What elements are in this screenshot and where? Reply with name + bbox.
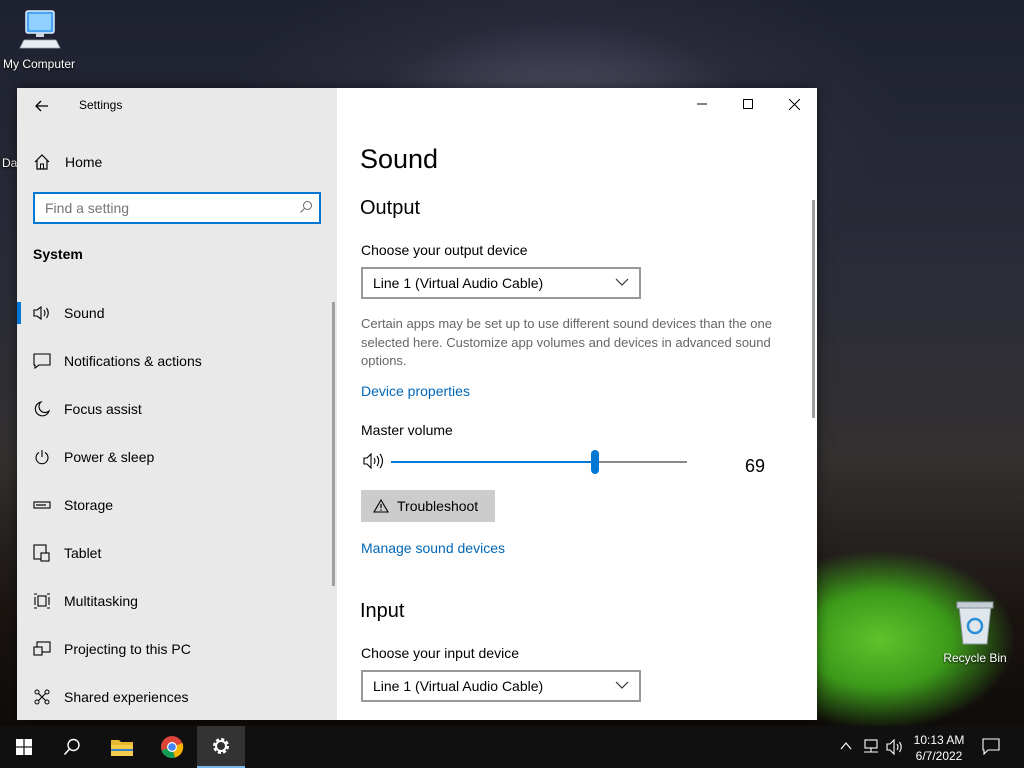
nav-item-projecting[interactable]: Projecting to this PC xyxy=(17,625,333,673)
my-computer-label: My Computer xyxy=(2,57,76,71)
category-label: System xyxy=(33,246,83,262)
clock-date: 6/7/2022 xyxy=(915,749,963,763)
nav-item-storage[interactable]: Storage xyxy=(17,481,333,529)
windows-logo-icon xyxy=(16,739,32,755)
search-icon xyxy=(63,738,80,756)
taskbar-settings[interactable] xyxy=(197,726,245,768)
show-hidden-icons-chevron-icon[interactable] xyxy=(840,738,852,754)
network-icon[interactable] xyxy=(862,738,880,756)
output-device-dropdown[interactable]: Line 1 (Virtual Audio Cable) xyxy=(361,267,641,299)
troubleshoot-button[interactable]: Troubleshoot xyxy=(361,490,495,522)
speaker-icon xyxy=(33,304,51,322)
volume-icon[interactable] xyxy=(886,738,904,756)
nav-item-label: Tablet xyxy=(64,545,102,561)
nav-item-label: Sound xyxy=(64,305,105,321)
input-device-label: Choose your input device xyxy=(361,645,519,661)
projecting-icon xyxy=(33,640,51,658)
nav-item-power-sleep[interactable]: Power & sleep xyxy=(17,433,333,481)
clock-time: 10:13 AM xyxy=(913,733,965,747)
back-arrow-icon xyxy=(35,100,48,112)
nav-item-label: Projecting to this PC xyxy=(64,641,191,657)
settings-sidebar: Settings Home System Sound Notifications… xyxy=(17,88,337,720)
output-device-value: Line 1 (Virtual Audio Cable) xyxy=(373,275,544,291)
storage-icon xyxy=(33,496,51,514)
nav-home[interactable]: Home xyxy=(33,150,102,174)
taskbar-clock[interactable]: 10:13 AM 6/7/2022 xyxy=(908,732,970,764)
nav-item-focus-assist[interactable]: Focus assist xyxy=(17,385,333,433)
chevron-down-icon xyxy=(615,278,629,286)
master-volume-label: Master volume xyxy=(361,422,453,438)
nav-item-label: Multitasking xyxy=(64,593,138,609)
nav-item-tablet[interactable]: Tablet xyxy=(17,529,333,577)
volume-slider-fill xyxy=(391,461,596,463)
nav-item-notifications[interactable]: Notifications & actions xyxy=(17,337,333,385)
output-description: Certain apps may be set up to use differ… xyxy=(361,316,772,368)
maximize-button[interactable] xyxy=(725,88,771,120)
partial-desktop-icon-label: Da xyxy=(2,156,18,170)
my-computer-desktop-icon[interactable]: My Computer xyxy=(0,8,78,71)
tablet-icon xyxy=(33,544,51,562)
recycle-bin-icon xyxy=(956,601,994,645)
folder-icon xyxy=(111,740,133,756)
page-title: Sound xyxy=(360,144,439,174)
search-input[interactable] xyxy=(35,194,285,222)
volume-slider-thumb[interactable] xyxy=(591,450,600,474)
volume-speaker-icon[interactable] xyxy=(363,452,385,475)
warning-icon xyxy=(373,499,389,513)
nav-list: Sound Notifications & actions Focus assi… xyxy=(17,289,333,720)
master-volume-slider[interactable] xyxy=(391,450,687,474)
moon-icon xyxy=(33,400,51,418)
start-button[interactable] xyxy=(0,726,48,768)
taskbar: 10:13 AM 6/7/2022 xyxy=(0,726,1024,768)
recycle-bin-desktop-icon[interactable]: Recycle Bin xyxy=(940,600,1010,665)
manage-sound-devices-link[interactable]: Manage sound devices xyxy=(361,540,505,556)
volume-value: 69 xyxy=(745,456,766,476)
nav-item-multitasking[interactable]: Multitasking xyxy=(17,577,333,625)
nav-item-label: Storage xyxy=(64,497,114,513)
input-heading: Input xyxy=(360,600,405,622)
computer-icon xyxy=(19,10,61,49)
message-icon xyxy=(33,352,51,370)
chevron-down-icon xyxy=(615,681,629,689)
gear-icon xyxy=(213,738,229,754)
nav-item-shared-experiences[interactable]: Shared experiences xyxy=(17,673,333,720)
settings-window: Settings Home System Sound Notifications… xyxy=(17,88,817,720)
input-device-dropdown[interactable]: Line 1 (Virtual Audio Cable) xyxy=(361,670,641,702)
recycle-bin-label: Recycle Bin xyxy=(943,651,1007,665)
nav-item-sound[interactable]: Sound xyxy=(17,289,333,337)
taskbar-search-button[interactable] xyxy=(48,726,96,768)
output-heading: Output xyxy=(360,197,421,219)
sound-settings-panel: Sound Output Choose your output device L… xyxy=(337,88,817,720)
shared-icon xyxy=(33,688,51,706)
taskbar-file-explorer[interactable] xyxy=(98,726,146,768)
taskbar-chrome[interactable] xyxy=(148,726,196,768)
output-device-label: Choose your output device xyxy=(361,242,528,258)
multitasking-icon xyxy=(33,592,51,610)
main-scrollbar[interactable] xyxy=(812,200,815,418)
sidebar-scrollbar[interactable] xyxy=(332,302,335,586)
minimize-icon xyxy=(697,103,707,105)
close-icon xyxy=(788,98,800,110)
power-icon xyxy=(33,448,51,466)
maximize-icon xyxy=(743,99,753,109)
back-button[interactable] xyxy=(31,95,53,117)
nav-item-label: Power & sleep xyxy=(64,449,155,465)
nav-item-label: Focus assist xyxy=(64,401,142,417)
minimize-button[interactable] xyxy=(679,88,725,120)
device-properties-link[interactable]: Device properties xyxy=(361,383,470,399)
search-icon[interactable] xyxy=(299,200,313,214)
nav-home-label: Home xyxy=(65,154,103,170)
nav-item-label: Notifications & actions xyxy=(64,353,202,369)
action-center-icon[interactable] xyxy=(982,737,1000,755)
window-title: Settings xyxy=(79,98,123,112)
troubleshoot-label: Troubleshoot xyxy=(397,498,479,514)
close-button[interactable] xyxy=(771,88,817,120)
nav-item-label: Shared experiences xyxy=(64,689,189,705)
chrome-icon xyxy=(161,736,184,759)
search-box[interactable] xyxy=(33,192,321,224)
home-icon xyxy=(34,154,50,170)
input-device-value: Line 1 (Virtual Audio Cable) xyxy=(373,678,544,694)
